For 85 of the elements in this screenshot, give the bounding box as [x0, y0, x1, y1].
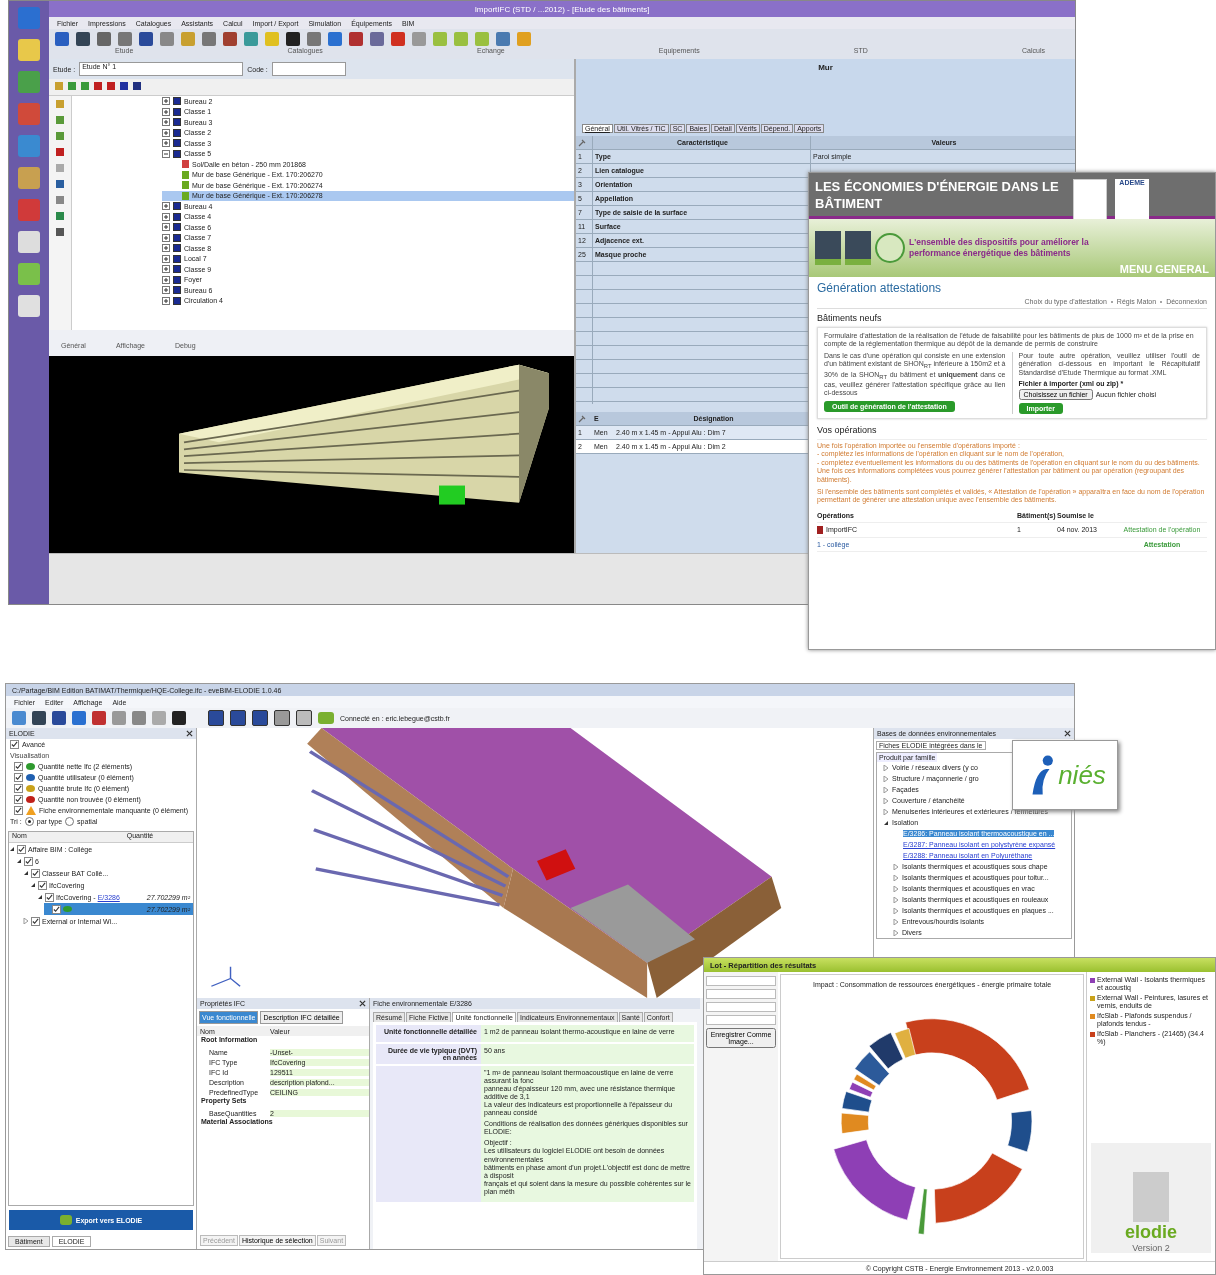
checkbox[interactable]	[14, 773, 23, 782]
app-icon[interactable]	[18, 71, 40, 93]
expand-icon[interactable]	[162, 286, 170, 295]
pin-icon	[578, 414, 586, 423]
section-heading: Vos opérations	[817, 423, 878, 437]
app-icon[interactable]	[18, 199, 40, 221]
expand-arrow-icon[interactable]	[883, 786, 889, 793]
checkbox[interactable]	[14, 795, 23, 804]
checkbox[interactable]	[24, 856, 33, 866]
close-icon[interactable]	[186, 730, 193, 737]
close-icon[interactable]	[359, 1000, 366, 1007]
donut-segment	[841, 1091, 873, 1113]
photo-placeholder	[815, 231, 841, 265]
checkbox[interactable]	[52, 904, 61, 914]
checkbox[interactable]	[31, 868, 40, 878]
expand-icon[interactable]	[162, 118, 170, 127]
dropdown[interactable]	[706, 989, 776, 999]
app-icon[interactable]	[18, 7, 40, 29]
expand-icon[interactable]	[162, 212, 170, 221]
expand-icon[interactable]	[162, 128, 170, 137]
checkbox[interactable]	[17, 844, 26, 854]
donut-segment	[840, 1112, 870, 1134]
expand-icon[interactable]	[162, 202, 170, 211]
elodie-icon	[318, 712, 334, 724]
section-heading: Bâtiments neufs	[817, 312, 883, 325]
code-field[interactable]	[271, 62, 346, 76]
expand-icon[interactable]	[162, 97, 170, 106]
app-icon[interactable]	[18, 39, 40, 61]
app-icon[interactable]	[18, 135, 40, 157]
version-label: Version 2	[1132, 1243, 1170, 1253]
expand-arrow-icon[interactable]	[883, 808, 889, 815]
checkbox[interactable]	[38, 880, 47, 890]
expand-icon[interactable]	[162, 139, 170, 148]
app-icon[interactable]	[18, 103, 40, 125]
expand-icon[interactable]	[162, 265, 170, 274]
checkbox[interactable]	[45, 892, 54, 902]
toolbar-icon[interactable]	[274, 710, 290, 726]
expand-arrow-icon[interactable]	[883, 764, 889, 771]
expand-icon[interactable]	[162, 254, 170, 263]
logo-text: niés	[1058, 759, 1106, 791]
expand-icon[interactable]	[162, 107, 170, 116]
checkbox[interactable]	[14, 784, 23, 793]
expand-icon[interactable]	[162, 223, 170, 232]
trash-icon[interactable]	[817, 525, 823, 534]
axis-gizmo-icon	[210, 966, 241, 987]
panel-title: Mur	[818, 62, 833, 74]
photo-placeholder	[845, 231, 871, 265]
seal-icon	[875, 233, 905, 263]
banner-title: LES ÉCONOMIES D'ÉNERGIE DANS LE BÂTIMENT	[815, 179, 1060, 213]
expand-arrow-icon[interactable]	[883, 775, 889, 782]
app-icon[interactable]	[18, 263, 40, 285]
window-title: ImportIFC (STD / ...2012) - [Etude des bâtiments]	[474, 4, 650, 14]
page-heading: Génération attestations	[817, 281, 943, 295]
checkbox[interactable]	[14, 762, 23, 771]
collapse-arrow-icon[interactable]	[16, 858, 22, 864]
collapse-arrow-icon[interactable]	[30, 882, 36, 888]
collapse-arrow-icon[interactable]	[23, 870, 29, 876]
dropdown[interactable]	[706, 1002, 776, 1012]
expand-arrow-icon[interactable]	[883, 797, 889, 804]
dropdown[interactable]	[706, 1015, 776, 1025]
banner-tagline: L'ensemble des dispositifs pour améliorer la performance énergétique des bâtiments	[909, 236, 1090, 260]
expand-arrow-icon[interactable]	[23, 918, 29, 924]
collapse-icon[interactable]	[162, 149, 170, 158]
collapse-arrow-icon[interactable]	[9, 846, 15, 852]
checkbox[interactable]	[31, 916, 40, 926]
pin-icon	[578, 138, 586, 147]
app-icon[interactable]	[18, 231, 40, 253]
close-icon[interactable]	[1064, 730, 1071, 737]
checkbox[interactable]	[14, 806, 23, 815]
collapse-arrow-icon[interactable]	[883, 819, 889, 826]
radio-button[interactable]	[24, 817, 34, 826]
logo-text: elodie	[1125, 1222, 1177, 1243]
collapse-arrow-icon[interactable]	[37, 894, 43, 900]
expand-icon[interactable]	[162, 244, 170, 253]
expand-icon[interactable]	[162, 275, 170, 284]
app-icon[interactable]	[18, 167, 40, 189]
radio-button[interactable]	[65, 817, 75, 826]
checkbox[interactable]	[10, 740, 19, 749]
warning-icon	[26, 806, 36, 815]
expand-icon[interactable]	[162, 296, 170, 305]
expand-icon[interactable]	[162, 233, 170, 242]
app-icon[interactable]	[18, 295, 40, 317]
dropdown[interactable]	[706, 976, 776, 986]
toolbar-icon[interactable]	[296, 710, 312, 726]
slab-icon	[182, 160, 189, 169]
